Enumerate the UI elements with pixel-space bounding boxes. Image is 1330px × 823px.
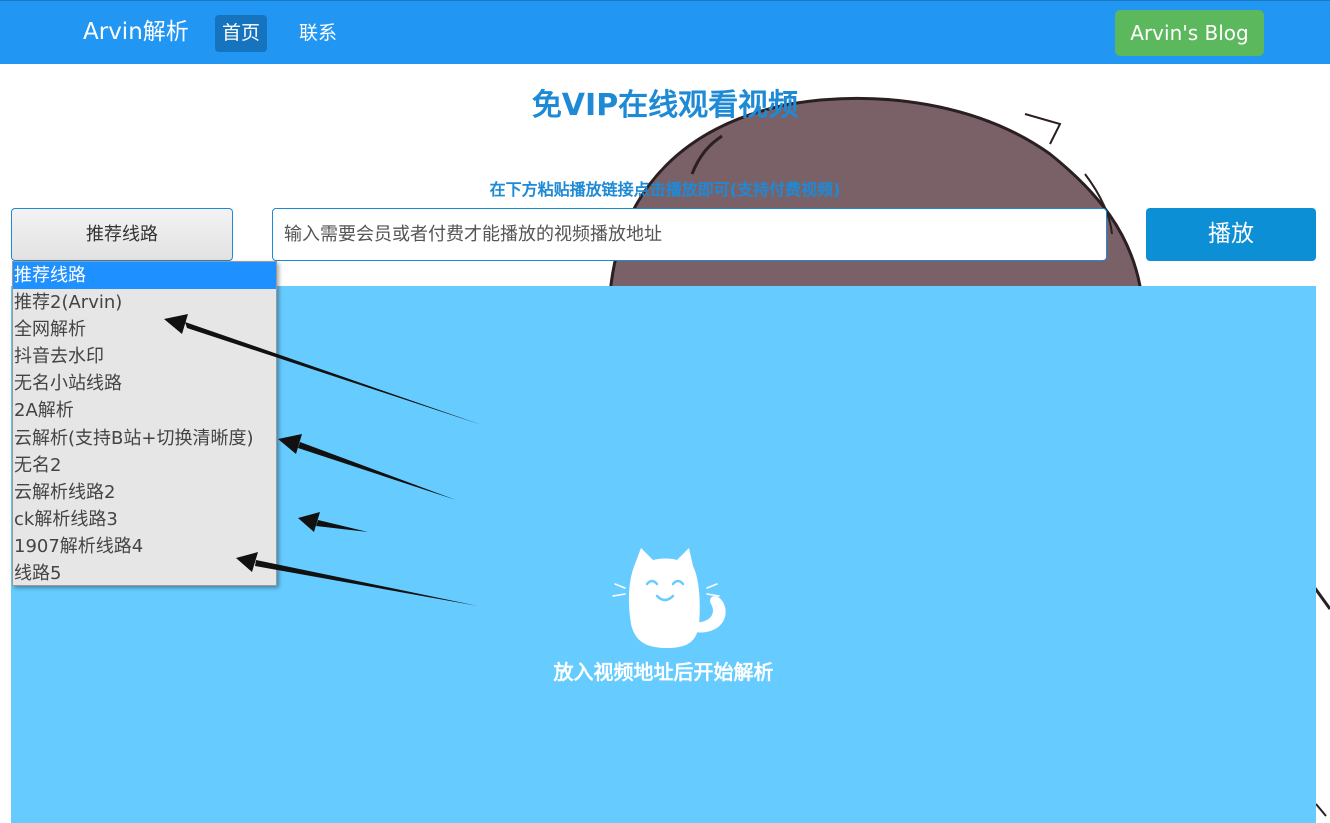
cat-icon bbox=[612, 548, 726, 648]
page-title: 免VIP在线观看视频 bbox=[531, 88, 799, 123]
player-placeholder-text: 放入视频地址后开始解析 bbox=[553, 660, 774, 684]
dropdown-option[interactable]: 全网解析 bbox=[13, 316, 276, 343]
dropdown-option[interactable]: 无名小站线路 bbox=[13, 370, 276, 397]
route-dropdown-list[interactable]: 推荐线路 推荐2(Arvin) 全网解析 抖音去水印 无名小站线路 2A解析 云… bbox=[12, 261, 277, 586]
dropdown-option[interactable]: 推荐2(Arvin) bbox=[13, 289, 276, 316]
dropdown-option[interactable]: 推荐线路 bbox=[13, 262, 276, 290]
video-url-input[interactable] bbox=[272, 208, 1107, 261]
brand-logo[interactable]: Arvin解析 bbox=[83, 16, 189, 48]
dropdown-option[interactable]: 云解析(支持B站+切换清晰度) bbox=[13, 425, 276, 452]
dropdown-option[interactable]: 2A解析 bbox=[13, 397, 276, 424]
dropdown-option[interactable]: 无名2 bbox=[13, 452, 276, 479]
route-select[interactable]: 推荐线路 bbox=[11, 208, 233, 261]
dropdown-option[interactable]: 1907解析线路4 bbox=[13, 533, 276, 560]
dropdown-option[interactable]: 抖音去水印 bbox=[13, 343, 276, 370]
dropdown-option[interactable]: ck解析线路3 bbox=[13, 506, 276, 533]
nav-link-home[interactable]: 首页 bbox=[215, 15, 268, 52]
blog-button[interactable]: Arvin's Blog bbox=[1115, 10, 1264, 56]
page-subtitle: 在下方粘贴播放链接点击播放即可(支持付费视频) bbox=[489, 180, 841, 199]
dropdown-option[interactable]: 线路5 bbox=[13, 560, 276, 587]
dropdown-option[interactable]: 云解析线路2 bbox=[13, 479, 276, 506]
nav-link-contact[interactable]: 联系 bbox=[292, 15, 344, 52]
top-navbar: Arvin解析 首页 联系 Arvin's Blog bbox=[0, 0, 1330, 64]
play-button[interactable]: 播放 bbox=[1146, 208, 1316, 261]
